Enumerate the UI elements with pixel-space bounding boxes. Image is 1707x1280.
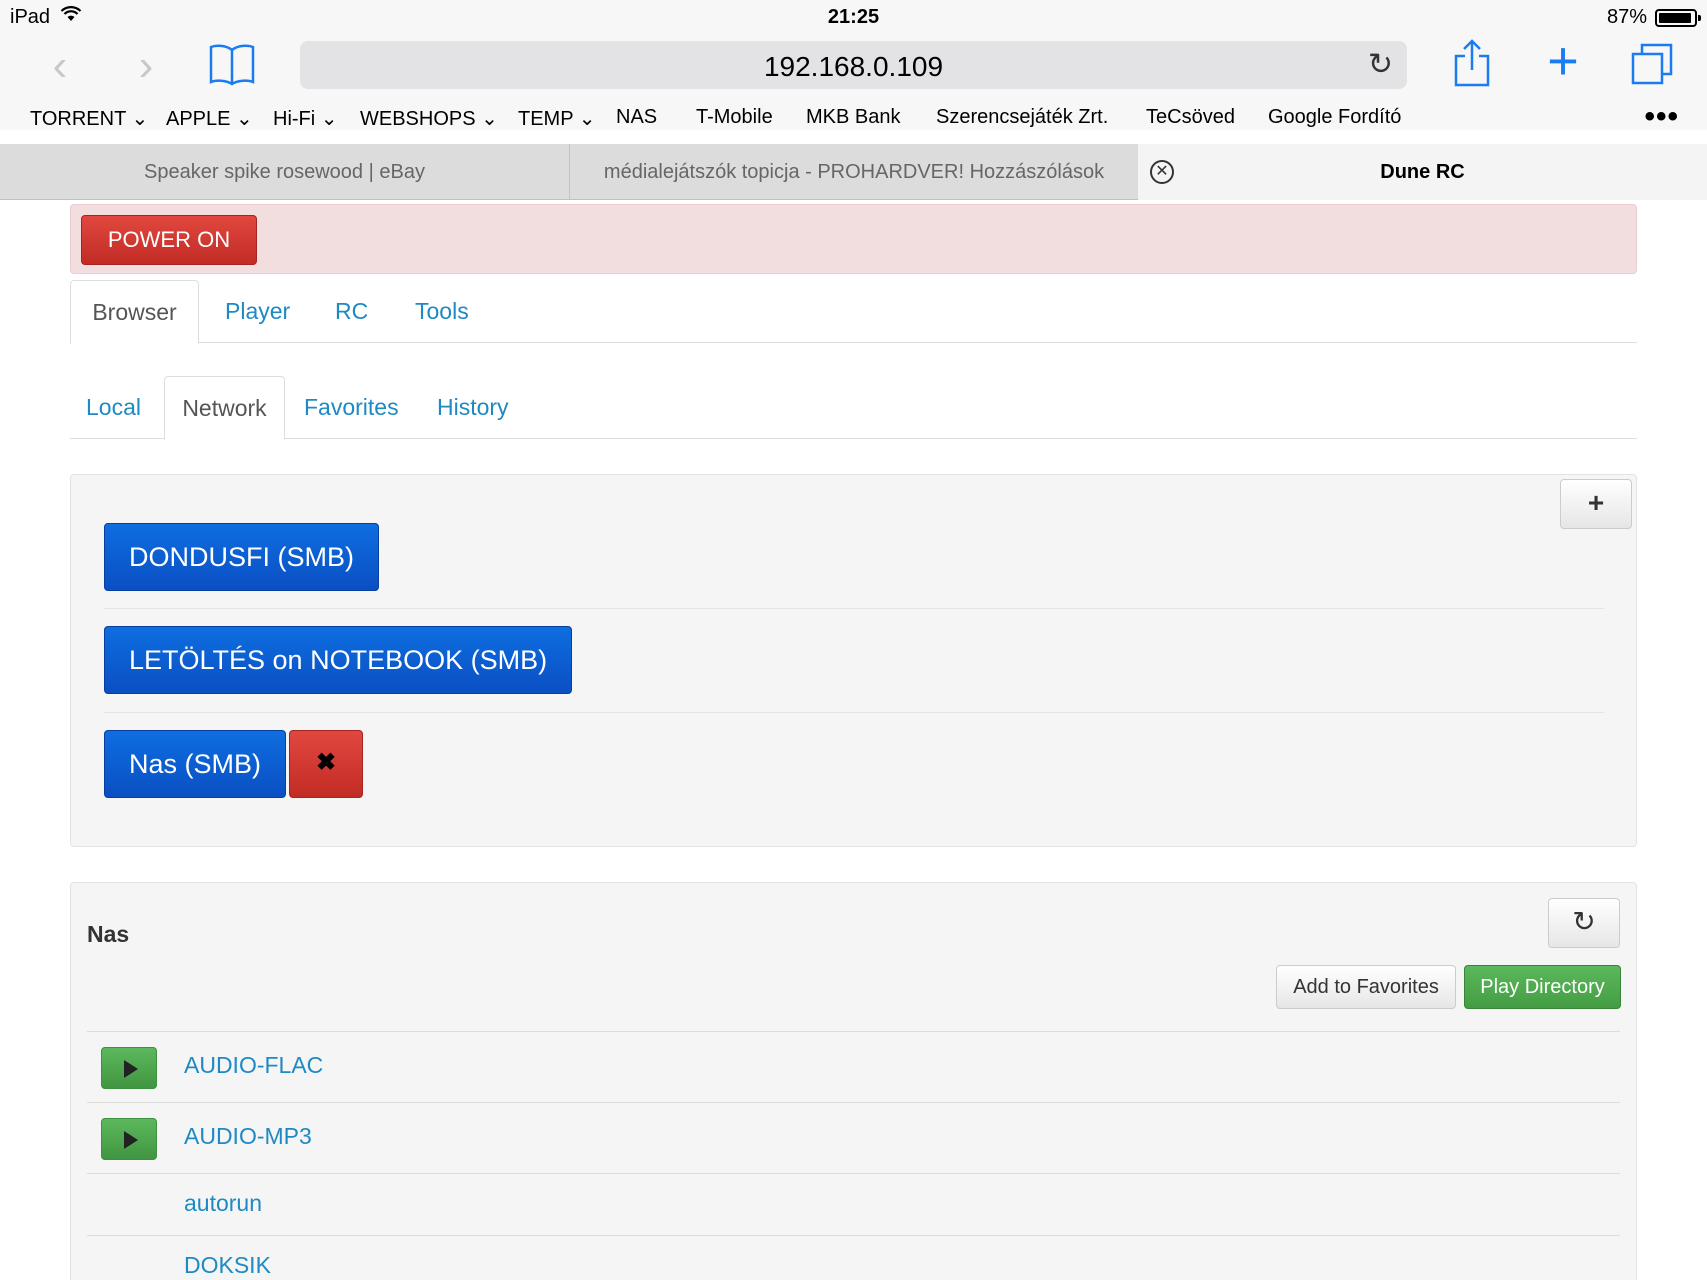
folder-link[interactable]: AUDIO-FLAC xyxy=(184,1052,323,1079)
new-tab-icon[interactable]: + xyxy=(1540,34,1586,88)
chevron-down-icon: ⌄ xyxy=(236,108,253,130)
bookmarks-icon[interactable] xyxy=(208,42,256,86)
divider xyxy=(104,608,1604,609)
bookmark-link[interactable]: T-Mobile xyxy=(696,106,773,129)
play-icon[interactable] xyxy=(101,1047,157,1089)
url-text: 192.168.0.109 xyxy=(763,51,944,82)
bookmark-folder[interactable]: TEMP ⌄ xyxy=(518,106,596,131)
list-item: DOKSIK xyxy=(87,1235,1620,1280)
directory-title: Nas xyxy=(87,921,130,947)
status-time: 21:25 xyxy=(827,6,880,28)
tab-browser[interactable]: Browser xyxy=(70,280,199,344)
battery-percent: 87% xyxy=(1606,6,1647,28)
tab-tools[interactable]: Tools xyxy=(415,280,469,344)
power-on-button[interactable]: POWER ON xyxy=(81,215,257,265)
bookmark-link[interactable]: NAS xyxy=(616,106,657,129)
address-bar[interactable]: 192.168.0.109 ↻ xyxy=(300,41,1407,89)
status-bar: iPad 21:25 87% xyxy=(0,0,1707,34)
chevron-down-icon: ⌄ xyxy=(320,108,338,130)
sub-tabs: Local Network Favorites History xyxy=(70,376,1637,440)
directory-panel: Nas ↻ Add to Favorites Play Directory AU… xyxy=(70,882,1637,1280)
reload-icon[interactable]: ↻ xyxy=(1368,47,1393,82)
refresh-button[interactable]: ↻ xyxy=(1548,898,1620,948)
directory-list: AUDIO-FLAC AUDIO-MP3 autorun DOKSIK xyxy=(87,1031,1620,1280)
tab-favorites[interactable]: Favorites xyxy=(304,376,399,440)
play-icon[interactable] xyxy=(101,1118,157,1160)
tab-history[interactable]: History xyxy=(437,376,509,440)
back-icon[interactable]: ‹ xyxy=(40,44,80,88)
bookmark-link[interactable]: Szerencsejáték Zrt. xyxy=(936,106,1108,129)
browser-tab-active[interactable]: Dune RC xyxy=(1138,144,1707,200)
bookmark-link[interactable]: MKB Bank xyxy=(806,106,900,129)
forward-icon[interactable]: › xyxy=(126,44,166,88)
refresh-icon: ↻ xyxy=(1572,906,1596,937)
bookmark-folder[interactable]: Hi-Fi ⌄ xyxy=(273,106,338,131)
close-tab-icon[interactable]: ✕ xyxy=(1150,160,1174,184)
play-directory-button[interactable]: Play Directory xyxy=(1464,965,1621,1009)
bookmark-link[interactable]: Google Fordító xyxy=(1268,106,1401,129)
add-to-favorites-button[interactable]: Add to Favorites xyxy=(1276,965,1456,1009)
share-button[interactable]: LETÖLTÉS on NOTEBOOK (SMB) xyxy=(104,626,573,694)
divider xyxy=(104,712,1604,713)
bookmarks-bar: TORRENT ⌄ APPLE ⌄ Hi-Fi ⌄ WEBSHOPS ⌄ TEM… xyxy=(0,100,1707,133)
network-shares-panel: + DONDUSFI (SMB) LETÖLTÉS on NOTEBOOK (S… xyxy=(70,474,1637,847)
tab-player[interactable]: Player xyxy=(225,280,290,344)
bookmark-folder[interactable]: TORRENT ⌄ xyxy=(30,106,148,131)
folder-link[interactable]: autorun xyxy=(184,1190,262,1217)
bookmark-folder[interactable]: APPLE ⌄ xyxy=(166,106,253,131)
browser-tab[interactable]: Speaker spike rosewood | eBay xyxy=(0,144,570,200)
folder-link[interactable]: DOKSIK xyxy=(184,1252,271,1279)
tab-network[interactable]: Network xyxy=(164,376,285,440)
list-item: AUDIO-FLAC xyxy=(87,1031,1620,1102)
power-alert: POWER ON xyxy=(70,204,1637,274)
main-tabs: Browser Player RC Tools xyxy=(70,280,1637,344)
tab-local[interactable]: Local xyxy=(86,376,141,440)
battery-icon xyxy=(1655,9,1701,27)
bookmark-folder[interactable]: WEBSHOPS ⌄ xyxy=(360,106,498,131)
tabs-icon[interactable] xyxy=(1630,42,1674,86)
chevron-down-icon: ⌄ xyxy=(481,108,498,130)
more-icon[interactable]: ••• xyxy=(1644,100,1679,134)
browser-tab-bar: Speaker spike rosewood | eBay médialeját… xyxy=(0,144,1707,200)
list-item: AUDIO-MP3 xyxy=(87,1102,1620,1173)
share-button[interactable]: DONDUSFI (SMB) xyxy=(104,523,379,591)
tab-rc[interactable]: RC xyxy=(335,280,368,344)
browser-tab[interactable]: médialejátszók topicja - PROHARDVER! Hoz… xyxy=(570,144,1138,200)
share-button[interactable]: Nas (SMB) xyxy=(104,730,287,798)
chevron-down-icon: ⌄ xyxy=(131,108,149,130)
folder-link[interactable]: AUDIO-MP3 xyxy=(184,1123,312,1150)
add-share-button[interactable]: + xyxy=(1560,479,1632,529)
bookmark-link[interactable]: TeCsöved xyxy=(1146,106,1235,129)
chevron-down-icon: ⌄ xyxy=(578,108,596,130)
delete-share-button[interactable]: ✖ xyxy=(289,730,363,798)
browser-toolbar: ‹ › 192.168.0.109 ↻ + TORRENT ⌄ APPLE ⌄ … xyxy=(0,34,1707,133)
list-item: autorun xyxy=(87,1173,1620,1235)
share-icon[interactable] xyxy=(1452,38,1492,88)
